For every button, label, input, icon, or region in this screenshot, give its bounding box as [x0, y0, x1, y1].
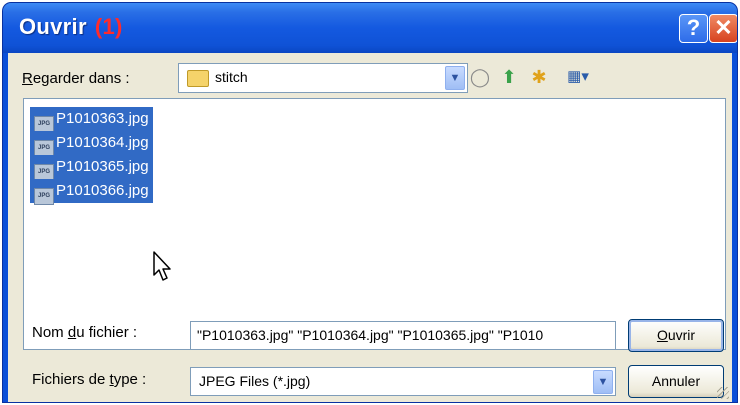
help-button[interactable]: ? [679, 14, 708, 43]
cancel-button[interactable]: Annuler [628, 365, 724, 398]
title-bar[interactable]: Ouvrir (1) ? ✕ [3, 3, 737, 53]
file-list[interactable]: JPG P1010363.jpg JPG P1010364.jpg JPG P1010… [23, 98, 726, 350]
look-in-label: Regarder dans : [22, 70, 130, 87]
filename-input[interactable]: "P1010363.jpg" "P1010364.jpg" "P1010365.… [190, 321, 616, 350]
filetype-label: Fichiers de type : [32, 371, 147, 388]
open-button[interactable]: Ouvrir [628, 319, 724, 352]
back-icon[interactable]: ◯ [469, 66, 491, 88]
dialog-body: Regarder dans : stitch ▼ ◯ ⬆ ✱ ▦▾ JPG P10… [8, 53, 732, 402]
filename-label: Nom du fichier : [32, 324, 138, 341]
resize-grip-icon[interactable] [717, 387, 729, 399]
file-item[interactable]: JPG P1010363.jpg [30, 107, 153, 133]
close-button[interactable]: ✕ [709, 14, 737, 43]
chevron-down-icon[interactable]: ▼ [445, 66, 465, 90]
look-in-combobox[interactable]: stitch ▼ [178, 63, 468, 93]
file-item[interactable]: JPG P1010364.jpg [30, 131, 153, 157]
chevron-down-icon[interactable]: ▼ [593, 370, 613, 394]
dialog-title: Ouvrir (1) [19, 14, 123, 39]
mouse-cursor-icon [153, 251, 171, 281]
filetype-value: JPEG Files (*.jpg) [199, 373, 311, 389]
file-item[interactable]: JPG P1010365.jpg [30, 155, 153, 181]
new-folder-icon[interactable]: ✱ [528, 66, 550, 88]
annotation-number: (1) [94, 14, 123, 39]
look-in-value: stitch [215, 69, 248, 85]
open-dialog: Ouvrir (1) ? ✕ Regarder dans : stitch ▼ ◯… [3, 3, 737, 402]
view-menu-icon[interactable]: ▦▾ [561, 66, 595, 88]
file-item[interactable]: JPG P1010366.jpg [30, 179, 153, 205]
filetype-combobox[interactable]: JPEG Files (*.jpg) ▼ [190, 367, 616, 396]
up-folder-icon[interactable]: ⬆ [498, 66, 520, 88]
jpg-file-icon: JPG [34, 188, 54, 205]
folder-icon [187, 70, 209, 87]
